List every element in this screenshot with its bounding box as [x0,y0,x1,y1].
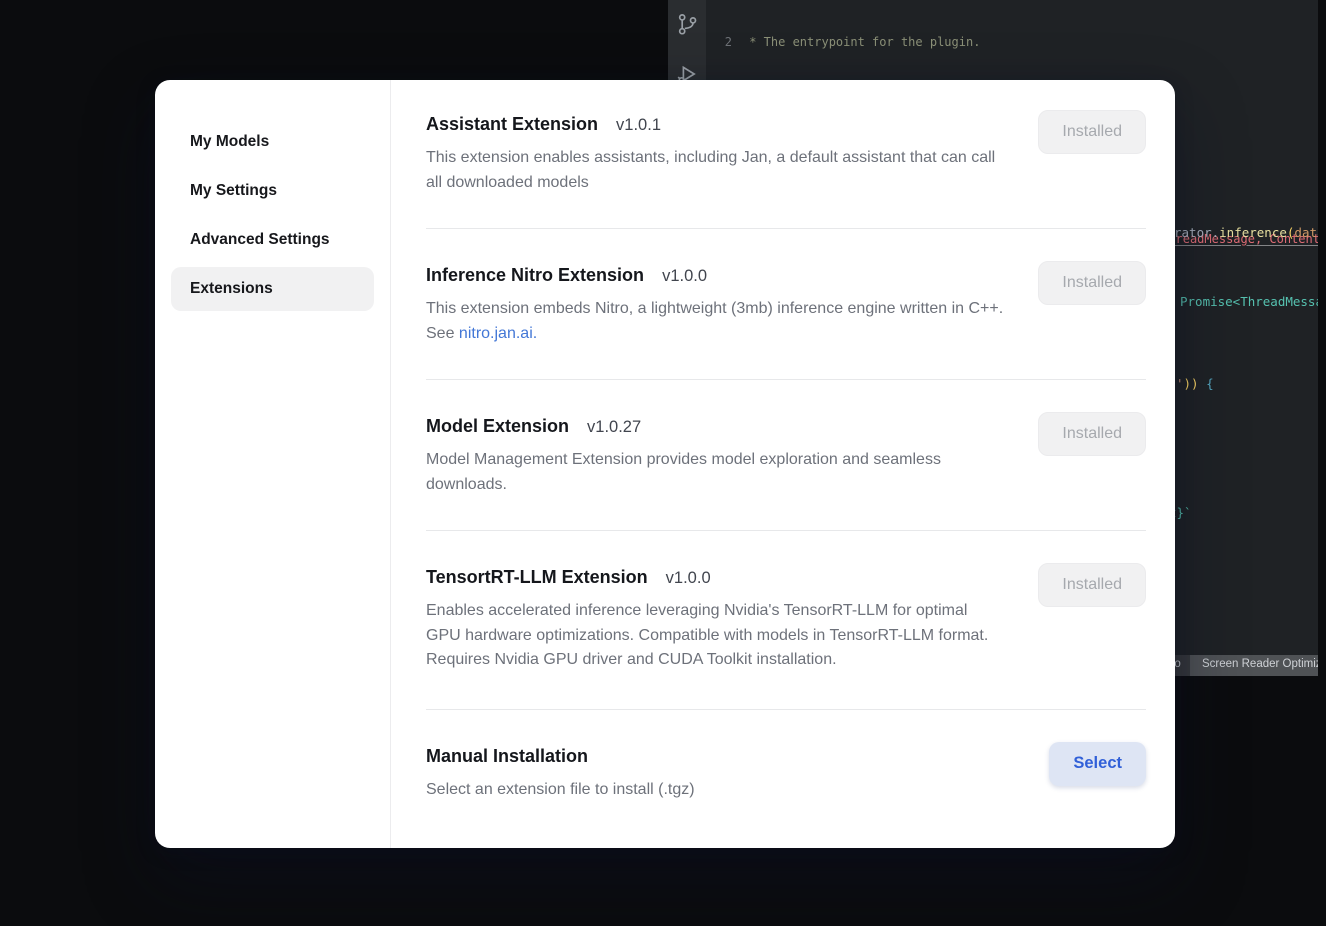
extension-description: Enables accelerated inference leveraging… [426,599,1004,673]
code-fragment: ')) { [1176,376,1214,391]
extension-description: This extension embeds Nitro, a lightweig… [426,297,1004,346]
extension-title: Inference Nitro Extension [426,261,644,289]
extension-row-model: Model Extension v1.0.27 Model Management… [426,380,1146,531]
manual-installation-row: Manual Installation Select an extension … [426,710,1146,827]
sidebar-item-advanced-settings[interactable]: Advanced Settings [171,218,374,262]
extension-row-inference-nitro: Inference Nitro Extension v1.0.0 This ex… [426,229,1146,380]
installed-button[interactable]: Installed [1038,563,1146,607]
extension-version: v1.0.0 [666,569,711,588]
manual-installation-description: Select an extension file to install (.tg… [426,778,695,803]
settings-dialog: My Models My Settings Advanced Settings … [155,80,1175,848]
sidebar-item-extensions[interactable]: Extensions [171,267,374,311]
settings-sidebar: My Models My Settings Advanced Settings … [155,80,391,848]
code-fragment: Promise<ThreadMessage> [1180,294,1318,309]
code-line: 2 * The entrypoint for the plugin. [706,34,1318,50]
installed-button[interactable]: Installed [1038,110,1146,154]
line-number: 2 [706,34,742,50]
source-control-icon[interactable] [675,12,699,40]
extension-title: TensortRT-LLM Extension [426,563,648,591]
code-fragment: rator.inference(data)); [1174,225,1318,240]
installed-button[interactable]: Installed [1038,412,1146,456]
select-file-button[interactable]: Select [1049,742,1146,786]
extension-version: v1.0.0 [662,267,707,286]
status-item-screen-reader[interactable]: Screen Reader Optimized [1190,655,1318,676]
extension-version: v1.0.1 [616,116,661,135]
sidebar-item-my-settings[interactable]: My Settings [171,169,374,213]
extension-row-assistant: Assistant Extension v1.0.1 This extensio… [426,80,1146,229]
sidebar-item-my-models[interactable]: My Models [171,120,374,164]
extension-title: Model Extension [426,412,569,440]
extensions-panel: Assistant Extension v1.0.1 This extensio… [391,80,1175,848]
code-text: * The entrypoint for the plugin. [742,34,980,50]
nitro-jan-ai-link[interactable]: nitro.jan.ai. [459,325,537,342]
extension-description: This extension enables assistants, inclu… [426,146,1004,195]
manual-installation-title: Manual Installation [426,742,588,770]
installed-button[interactable]: Installed [1038,261,1146,305]
extension-description: Model Management Extension provides mode… [426,448,1004,497]
extension-row-tensorrt-llm: TensortRT-LLM Extension v1.0.0 Enables a… [426,531,1146,710]
extension-version: v1.0.27 [587,418,641,437]
extension-title: Assistant Extension [426,110,598,138]
